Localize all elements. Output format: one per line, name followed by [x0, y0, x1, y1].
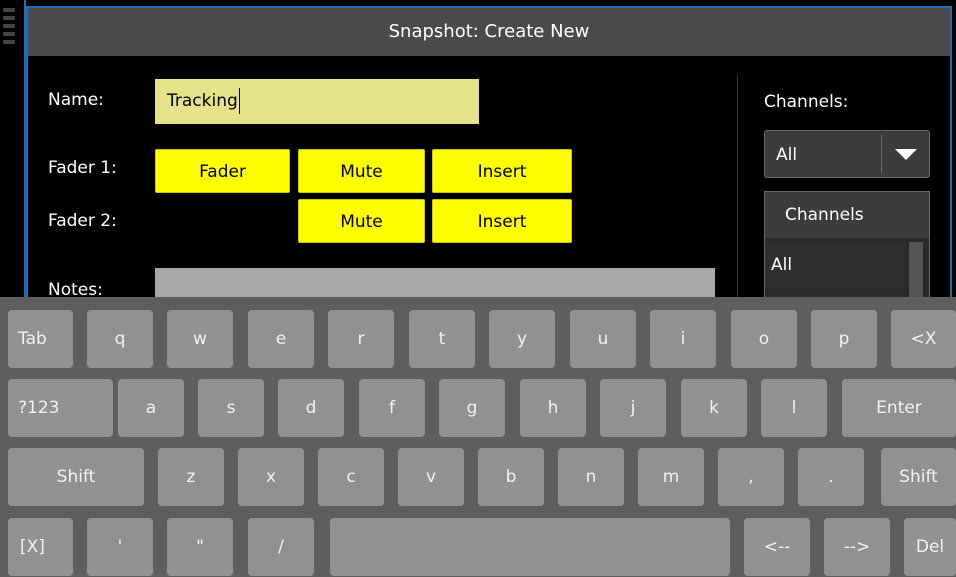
key-r[interactable]: r — [328, 310, 394, 368]
fader1-mute-button[interactable]: Mute — [298, 149, 425, 193]
grip-mark — [3, 24, 15, 28]
key-k[interactable]: k — [681, 379, 747, 437]
key-i[interactable]: i — [650, 310, 716, 368]
grip-mark — [3, 16, 15, 20]
grip-mark — [3, 40, 15, 44]
key-q[interactable]: q — [87, 310, 153, 368]
key-u[interactable]: u — [570, 310, 636, 368]
name-label: Name: — [48, 90, 104, 110]
channels-list-header: Channels — [765, 192, 929, 238]
key-apostrophe[interactable]: ' — [87, 518, 153, 576]
key-double-quote[interactable]: " — [167, 518, 233, 576]
key-f[interactable]: f — [359, 379, 425, 437]
channels-dropdown[interactable]: All — [764, 130, 930, 178]
dropdown-separator — [881, 135, 882, 173]
key-shift-right[interactable]: Shift — [881, 448, 956, 506]
chevron-down-icon[interactable] — [895, 149, 917, 160]
key-space[interactable] — [330, 518, 730, 576]
key-v[interactable]: v — [398, 448, 464, 506]
name-input-value: Tracking — [167, 91, 238, 111]
channels-label: Channels: — [764, 92, 849, 112]
dialog-title: Snapshot: Create New — [28, 8, 950, 56]
snapshot-dialog: Snapshot: Create New Name: Tracking Fade… — [26, 6, 952, 302]
key-p[interactable]: p — [811, 310, 877, 368]
channels-list-item-all[interactable]: All — [765, 242, 905, 288]
key-numbers[interactable]: ?123 — [8, 379, 113, 437]
panel-divider — [737, 76, 738, 300]
key-t[interactable]: t — [409, 310, 475, 368]
channels-list: Channels All — [764, 191, 930, 302]
fader1-fader-button[interactable]: Fader — [155, 149, 290, 193]
key-z[interactable]: z — [158, 448, 224, 506]
key-s[interactable]: s — [198, 379, 264, 437]
key-d[interactable]: d — [278, 379, 344, 437]
key-c[interactable]: c — [318, 448, 384, 506]
key-cursor-right[interactable]: --> — [824, 518, 890, 576]
channels-dropdown-value: All — [776, 145, 798, 165]
on-screen-keyboard: Tab q w e r t y u i o p <X ?123 a s d f … — [0, 297, 956, 577]
key-cursor-left[interactable]: <-- — [744, 518, 810, 576]
key-close-keyboard[interactable]: [X] — [8, 518, 73, 576]
text-caret — [238, 88, 240, 114]
fader2-insert-button[interactable]: Insert — [432, 199, 572, 243]
key-delete[interactable]: Del — [904, 518, 956, 576]
grip-mark — [3, 32, 15, 36]
key-backspace[interactable]: <X — [891, 310, 956, 368]
key-a[interactable]: a — [118, 379, 184, 437]
key-j[interactable]: j — [600, 379, 666, 437]
fader2-label: Fader 2: — [48, 211, 117, 231]
key-shift-left[interactable]: Shift — [8, 448, 144, 506]
key-l[interactable]: l — [761, 379, 827, 437]
fader1-label: Fader 1: — [48, 158, 117, 178]
key-tab[interactable]: Tab — [8, 310, 73, 368]
grip-mark — [3, 8, 15, 12]
channels-list-scrollbar[interactable] — [909, 242, 923, 300]
key-slash[interactable]: / — [248, 518, 314, 576]
fader2-mute-button[interactable]: Mute — [298, 199, 425, 243]
key-w[interactable]: w — [167, 310, 233, 368]
key-o[interactable]: o — [731, 310, 797, 368]
key-x[interactable]: x — [238, 448, 304, 506]
fader1-insert-button[interactable]: Insert — [432, 149, 572, 193]
key-y[interactable]: y — [489, 310, 555, 368]
key-enter[interactable]: Enter — [842, 379, 956, 437]
key-g[interactable]: g — [439, 379, 505, 437]
name-input[interactable]: Tracking — [155, 79, 479, 124]
key-m[interactable]: m — [638, 448, 704, 506]
key-n[interactable]: n — [558, 448, 624, 506]
key-comma[interactable]: , — [718, 448, 784, 506]
key-period[interactable]: . — [798, 448, 864, 506]
key-h[interactable]: h — [520, 379, 586, 437]
key-b[interactable]: b — [478, 448, 544, 506]
key-e[interactable]: e — [248, 310, 314, 368]
